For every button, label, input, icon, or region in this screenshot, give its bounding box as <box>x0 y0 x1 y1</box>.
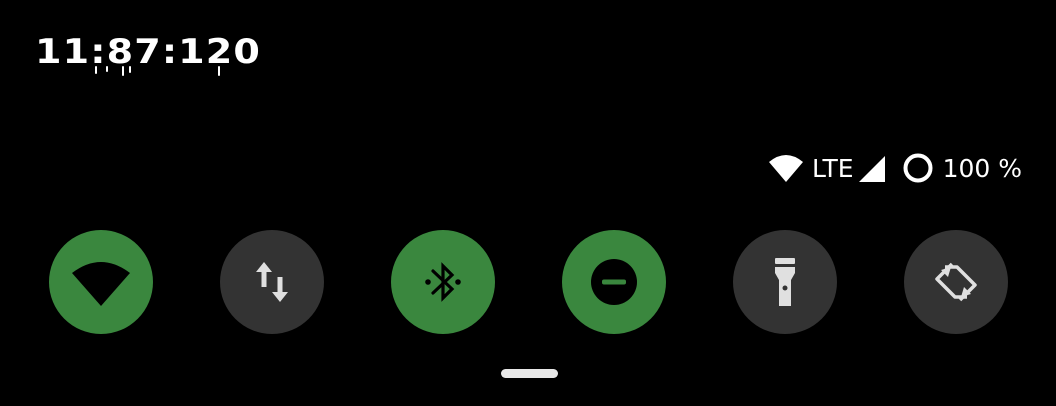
flashlight-icon <box>773 257 797 307</box>
clock: 11:87:120 <box>35 30 261 74</box>
wifi-icon <box>70 257 132 307</box>
clock-drip <box>122 66 124 76</box>
dnd-icon <box>590 258 638 306</box>
wifi-icon <box>768 153 804 183</box>
bluetooth-icon <box>420 259 466 305</box>
clock-drip <box>218 66 220 76</box>
status-bar: LTE 100 % <box>768 148 1022 188</box>
flashlight-tile[interactable] <box>733 230 837 334</box>
signal-icon <box>856 153 886 183</box>
clock-drip <box>129 66 131 73</box>
auto-rotate-tile[interactable] <box>904 230 1008 334</box>
clock-drip <box>106 66 108 72</box>
rotate-icon <box>931 257 981 307</box>
wifi-tile[interactable] <box>49 230 153 334</box>
network-type-label: LTE <box>812 153 854 183</box>
clock-drip <box>95 66 97 74</box>
data-arrows-icon <box>254 260 290 304</box>
battery-percentage: 100 % <box>942 153 1022 183</box>
do-not-disturb-tile[interactable] <box>562 230 666 334</box>
battery-icon <box>902 152 934 184</box>
drag-handle[interactable] <box>501 369 558 378</box>
quick-settings-tiles <box>49 230 1009 334</box>
mobile-data-tile[interactable] <box>220 230 324 334</box>
clock-time: 11:87:120 <box>35 32 262 72</box>
bluetooth-tile[interactable] <box>391 230 495 334</box>
